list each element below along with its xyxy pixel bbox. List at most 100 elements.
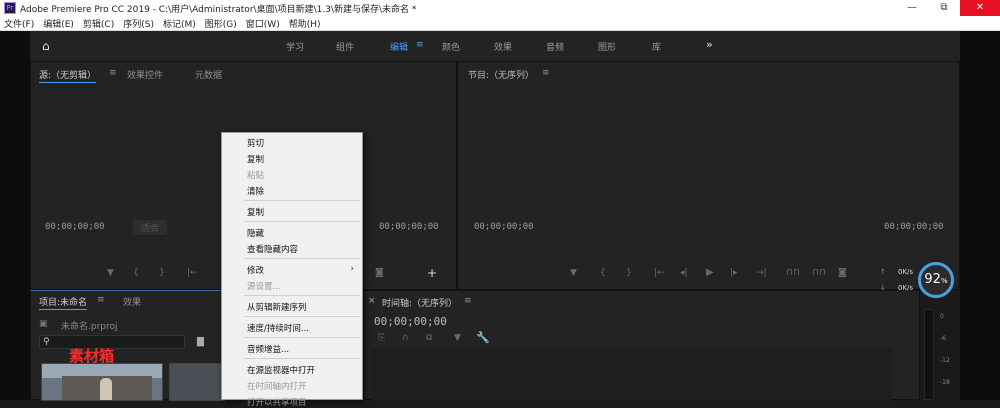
ctx-hide[interactable]: 隐藏: [247, 227, 264, 239]
export-frame-icon[interactable]: ◙: [375, 268, 384, 278]
workspace-tab-graphics[interactable]: 图形: [598, 40, 616, 53]
window-controls: — ⧉ ✕: [896, 0, 1000, 16]
program-menu-icon[interactable]: ≡: [542, 68, 550, 78]
project-menu-icon[interactable]: ≡: [97, 295, 105, 305]
tab-effects[interactable]: 效果: [123, 295, 141, 308]
submenu-arrow-icon: ›: [350, 264, 354, 274]
ctx-copy[interactable]: 复制: [247, 153, 264, 165]
workspace-tab-editing[interactable]: 编辑: [390, 40, 408, 53]
memory-usage-circle[interactable]: 92%: [918, 262, 954, 298]
ctx-source-settings: 源设置...: [247, 282, 281, 292]
ctx-paste: 粘贴: [247, 171, 265, 181]
restore-button[interactable]: ⧉: [928, 0, 960, 16]
program-mark-out-icon[interactable]: }: [626, 268, 632, 278]
workspace-menu-icon[interactable]: ≡: [416, 40, 424, 50]
context-menu: 剪切 复制 粘贴 清除 复制 隐藏 查看隐藏内容 修改 › 源设置... 从剪辑…: [221, 132, 363, 408]
upload-rate: 0K/s: [898, 268, 913, 276]
search-icon: ⚲: [43, 337, 50, 347]
ctx-speed-duration[interactable]: 速度/持续时间...: [247, 322, 309, 334]
menu-clip[interactable]: 剪辑(C): [83, 17, 114, 30]
source-timecode-duration: 00;00;00;00: [379, 222, 439, 232]
workspace-tab-effects[interactable]: 效果: [494, 40, 512, 53]
menu-window[interactable]: 窗口(W): [246, 17, 280, 30]
tab-project[interactable]: 项目:未命名: [39, 295, 88, 310]
workspace-bar: ⌂ 学习 组件 编辑 ≡ 颜色 效果 音频 图形 库 »: [30, 31, 960, 61]
home-icon[interactable]: ⌂: [42, 39, 50, 53]
workspace-tab-learn[interactable]: 学习: [286, 40, 304, 53]
source-zoom-select[interactable]: 适合: [133, 220, 168, 235]
tab-effect-controls[interactable]: 效果控件: [127, 68, 163, 81]
download-arrow-icon: ↓: [880, 284, 886, 292]
program-export-frame-icon[interactable]: ◙: [838, 268, 847, 278]
timeline-menu-icon[interactable]: ≡: [464, 296, 472, 306]
program-marker-icon[interactable]: ▼: [570, 268, 577, 278]
ctx-modify[interactable]: 修改: [247, 264, 264, 276]
program-go-to-in-icon[interactable]: |←: [654, 268, 665, 278]
timeline-track-area[interactable]: [372, 347, 892, 401]
step-back-icon[interactable]: ◂|: [680, 268, 688, 278]
mark-out-icon[interactable]: }: [159, 268, 165, 278]
network-speed-widget[interactable]: ↑ 0K/s ↓ 0K/s 92%: [876, 262, 958, 298]
more-workspaces-icon[interactable]: »: [706, 38, 713, 51]
linked-selection-icon[interactable]: ⧉: [426, 333, 432, 343]
download-rate: 0K/s: [898, 284, 913, 292]
ctx-separator: [244, 337, 360, 338]
source-menu-icon[interactable]: ≡: [109, 68, 117, 78]
tab-metadata[interactable]: 元数据: [195, 68, 222, 81]
ctx-audio-gain[interactable]: 音频增益...: [247, 343, 289, 355]
new-bin-icon[interactable]: ▇: [197, 337, 204, 347]
ctx-view-hidden[interactable]: 查看隐藏内容: [247, 243, 298, 255]
mark-in-icon[interactable]: {: [133, 268, 139, 278]
meter-tick-0: 0: [940, 313, 944, 320]
timeline-title[interactable]: 时间轴:（无序列）: [382, 296, 457, 309]
menu-file[interactable]: 文件(F): [4, 17, 34, 30]
snap-icon[interactable]: ∩: [402, 333, 409, 343]
source-timecode-current[interactable]: 00;00;00;00: [45, 222, 105, 232]
workspace-tab-color[interactable]: 颜色: [442, 40, 460, 53]
timeline-timecode[interactable]: 00;00;00;00: [374, 315, 447, 328]
close-window-button[interactable]: ✕: [960, 0, 1000, 16]
extract-icon[interactable]: ⊓⊓: [812, 268, 826, 278]
ctx-open-in-source-monitor[interactable]: 在源监视器中打开: [247, 364, 315, 376]
workspace-tab-libraries[interactable]: 库: [652, 40, 661, 53]
meter-tick-6: -6: [940, 335, 946, 342]
menu-graphics[interactable]: 图形(G): [205, 17, 237, 30]
workspace-tab-audio[interactable]: 音频: [546, 40, 564, 53]
marker-icon[interactable]: ▼: [107, 268, 114, 278]
lift-icon[interactable]: ⊓⊓: [786, 268, 800, 278]
ctx-duplicate[interactable]: 复制: [247, 206, 264, 218]
add-marker-icon[interactable]: ▼: [454, 333, 461, 343]
ctx-separator: [244, 295, 360, 296]
add-button-icon[interactable]: +: [427, 266, 437, 280]
menu-marker[interactable]: 标记(M): [163, 17, 196, 30]
menu-edit[interactable]: 编辑(E): [43, 17, 74, 30]
play-icon[interactable]: ▶: [706, 267, 714, 278]
timeline-close-icon[interactable]: ×: [368, 296, 376, 306]
program-monitor-panel: 节目:（无序列） ≡ 00;00;00;00 00;00;00;00 ▼ { }…: [457, 61, 960, 290]
audio-meter: 0 -6 -12 -18: [920, 305, 960, 400]
menu-sequence[interactable]: 序列(S): [123, 17, 154, 30]
go-to-in-icon[interactable]: |←: [187, 268, 198, 278]
clip-thumbnail-2[interactable]: [169, 363, 225, 401]
project-file-name: 未命名.prproj: [61, 322, 118, 332]
workspace-tab-assembly[interactable]: 组件: [336, 40, 354, 53]
ctx-new-sequence-from-clip[interactable]: 从剪辑新建序列: [247, 301, 307, 313]
minimize-button[interactable]: —: [896, 0, 928, 16]
premiere-app-icon: Pr: [4, 2, 16, 14]
program-title[interactable]: 节目:（无序列）: [468, 68, 534, 81]
go-to-out-icon[interactable]: →|: [756, 268, 767, 278]
program-mark-in-icon[interactable]: {: [600, 268, 606, 278]
ctx-clear[interactable]: 清除: [247, 185, 264, 197]
program-timecode-current[interactable]: 00;00;00;00: [474, 222, 534, 232]
wrench-icon[interactable]: 🔧: [476, 331, 490, 344]
ctx-cut[interactable]: 剪切: [247, 137, 264, 149]
clip-thumbnail[interactable]: [41, 363, 163, 401]
step-forward-icon[interactable]: |▸: [730, 268, 738, 278]
menu-help[interactable]: 帮助(H): [289, 17, 321, 30]
ctx-open-shared-project: 打开以共享项目: [247, 398, 307, 408]
project-file-icon: ▣: [39, 319, 48, 329]
window-titlebar: Pr Adobe Premiere Pro CC 2019 - C:\用户\Ad…: [0, 0, 1000, 16]
tab-source[interactable]: 源:（无剪辑）: [39, 68, 97, 83]
insert-sequence-icon[interactable]: ⎘: [378, 333, 385, 343]
right-frame: [960, 31, 1000, 400]
